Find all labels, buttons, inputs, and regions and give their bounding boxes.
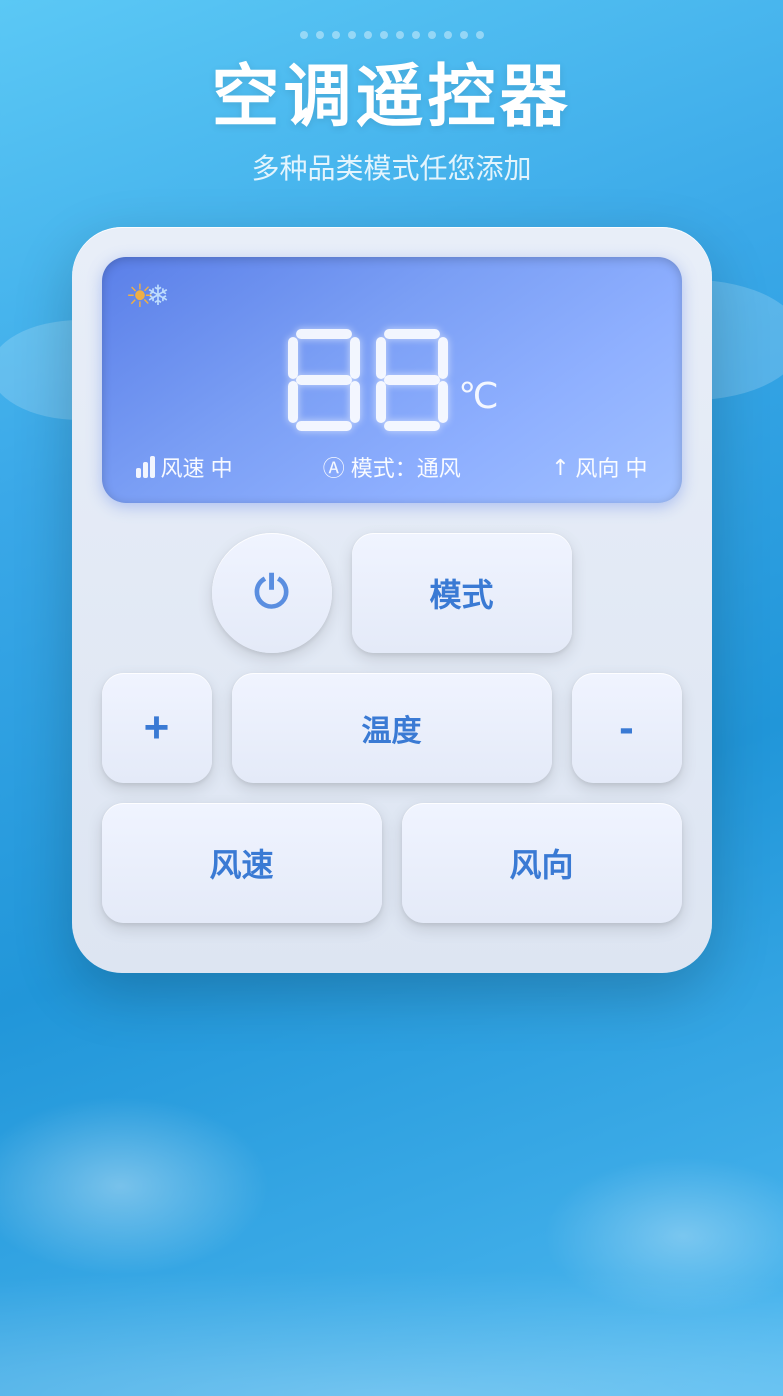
row-power-mode: ⏻ 模式 <box>102 533 682 653</box>
wind-bar-2 <box>143 462 148 478</box>
wind-speed-status: 风速 中 <box>136 451 233 483</box>
power-button[interactable]: ⏻ <box>212 533 332 653</box>
wind-dir-status: ↗ 风向 中 <box>551 451 648 483</box>
digit-container <box>284 325 452 435</box>
wind-dir-label: 风向 中 <box>575 451 647 483</box>
temp-decrease-button[interactable]: - <box>572 673 682 783</box>
temp-unit: ℃ <box>458 375 498 435</box>
wind-dir-icon: ↗ <box>544 451 575 482</box>
digit-right <box>372 325 452 435</box>
cloud-left <box>0 1096 270 1276</box>
wind-speed-button[interactable]: 风速 <box>102 803 382 923</box>
mode-icon-circle: Ⓐ <box>323 451 345 483</box>
status-bar: 风速 中 Ⓐ 模式：通风 ↗ 风向 中 <box>126 451 658 483</box>
remote-control: ☀ ❄ <box>72 227 712 973</box>
row-wind: 风速 风向 <box>102 803 682 923</box>
header: 空调遥控器 多种品类模式任您添加 <box>211 60 571 187</box>
mode-label: 模式：通风 <box>351 451 461 483</box>
snow-icon: ❄ <box>146 279 169 312</box>
cloud-right <box>543 1156 783 1316</box>
row-temperature: + 温度 - <box>102 673 682 783</box>
wind-bars-icon <box>136 456 155 478</box>
temp-label-button: 温度 <box>232 673 552 783</box>
power-icon: ⏻ <box>254 568 289 618</box>
wind-bar-1 <box>136 468 141 478</box>
mode-status: Ⓐ 模式：通风 <box>323 451 461 483</box>
page-title: 空调遥控器 <box>211 60 571 135</box>
display-screen: ☀ ❄ <box>102 257 682 503</box>
page-subtitle: 多种品类模式任您添加 <box>211 147 571 187</box>
digit-left <box>284 325 364 435</box>
cloud-bottom <box>0 1096 783 1396</box>
wind-speed-label: 风速 中 <box>161 451 233 483</box>
temp-increase-button[interactable]: + <box>102 673 212 783</box>
wind-bar-3 <box>150 456 155 478</box>
screen-header: ☀ ❄ <box>126 277 658 315</box>
decorative-dots <box>0 0 783 60</box>
controls-area: ⏻ 模式 + 温度 - 风速 风向 <box>102 533 682 923</box>
wind-dir-button[interactable]: 风向 <box>402 803 682 923</box>
mode-button[interactable]: 模式 <box>352 533 572 653</box>
temp-display: ℃ <box>126 325 658 435</box>
